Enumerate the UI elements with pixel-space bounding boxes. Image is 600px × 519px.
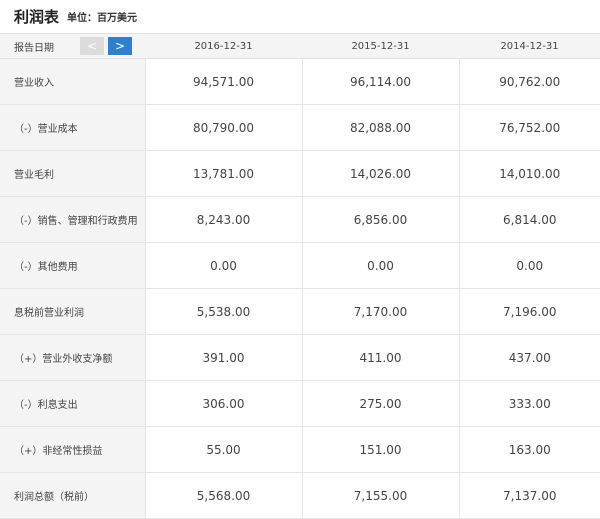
- cell-value: 0.00: [458, 242, 600, 289]
- table-row: （+）营业外收支净额 391.00 411.00 437.00: [0, 334, 600, 381]
- cell-value: 5,538.00: [144, 288, 302, 335]
- cell-value: 306.00: [144, 380, 302, 427]
- row-label: 营业收入: [0, 58, 145, 105]
- cell-value: 7,137.00: [458, 472, 600, 519]
- cell-value: 0.00: [301, 242, 459, 289]
- table-row: 利润总额（税前） 5,568.00 7,155.00 7,137.00: [0, 472, 600, 519]
- cell-value: 411.00: [301, 334, 459, 381]
- prev-button[interactable]: <: [80, 37, 104, 55]
- cell-value: 391.00: [144, 334, 302, 381]
- next-button[interactable]: >: [108, 37, 132, 55]
- cell-value: 333.00: [458, 380, 600, 427]
- table-row: （+）非经常性损益 55.00 151.00 163.00: [0, 426, 600, 473]
- cell-value: 151.00: [301, 426, 459, 473]
- date-header: 报告日期 < >: [0, 33, 145, 59]
- row-label: （-）利息支出: [0, 380, 145, 427]
- row-label: （-）其他费用: [0, 242, 145, 289]
- cell-value: 90,762.00: [458, 58, 600, 105]
- cell-value: 6,856.00: [301, 196, 459, 243]
- cell-value: 96,114.00: [301, 58, 459, 105]
- row-label: 利润总额（税前）: [0, 472, 145, 519]
- cell-value: 163.00: [458, 426, 600, 473]
- table-row: （-）其他费用 0.00 0.00 0.00: [0, 242, 600, 289]
- row-label: （+）营业外收支净额: [0, 334, 145, 381]
- page-title: 利润表: [14, 8, 60, 26]
- table-row: （-）营业成本 80,790.00 82,088.00 76,752.00: [0, 104, 600, 151]
- table-row: 营业收入 94,571.00 96,114.00 90,762.00: [0, 58, 600, 105]
- cell-value: 7,155.00: [301, 472, 459, 519]
- row-label: 营业毛利: [0, 150, 145, 197]
- cell-value: 14,010.00: [458, 150, 600, 197]
- table-row: （-）利息支出 306.00 275.00 333.00: [0, 380, 600, 427]
- row-label: （-）销售、管理和行政费用: [0, 196, 145, 243]
- cell-value: 5,568.00: [144, 472, 302, 519]
- cell-value: 76,752.00: [458, 104, 600, 151]
- date-column-header: 2015-12-31: [302, 33, 459, 59]
- row-label: （+）非经常性损益: [0, 426, 145, 473]
- unit-label: 单位：百万美元: [67, 13, 138, 24]
- row-label: （-）营业成本: [0, 104, 145, 151]
- cell-value: 55.00: [144, 426, 302, 473]
- cell-value: 0.00: [144, 242, 302, 289]
- cell-value: 13,781.00: [144, 150, 302, 197]
- date-column-header: 2014-12-31: [459, 33, 600, 59]
- cell-value: 6,814.00: [458, 196, 600, 243]
- cell-value: 80,790.00: [144, 104, 302, 151]
- table-row: （-）销售、管理和行政费用 8,243.00 6,856.00 6,814.00: [0, 196, 600, 243]
- income-statement-table: 报告日期 < > 2016-12-31 2015-12-31 2014-12-3…: [0, 33, 600, 519]
- cell-value: 82,088.00: [301, 104, 459, 151]
- cell-value: 94,571.00: [144, 58, 302, 105]
- cell-value: 14,026.00: [301, 150, 459, 197]
- cell-value: 275.00: [301, 380, 459, 427]
- date-label: 报告日期: [14, 42, 54, 54]
- row-label: 息税前营业利润: [0, 288, 145, 335]
- cell-value: 7,196.00: [458, 288, 600, 335]
- header-row: 报告日期 < > 2016-12-31 2015-12-31 2014-12-3…: [0, 33, 600, 59]
- table-row: 息税前营业利润 5,538.00 7,170.00 7,196.00: [0, 288, 600, 335]
- cell-value: 7,170.00: [301, 288, 459, 335]
- title-bar: 利润表 单位：百万美元: [0, 0, 600, 33]
- cell-value: 8,243.00: [144, 196, 302, 243]
- table-row: 营业毛利 13,781.00 14,026.00 14,010.00: [0, 150, 600, 197]
- date-column-header: 2016-12-31: [145, 33, 302, 59]
- cell-value: 437.00: [458, 334, 600, 381]
